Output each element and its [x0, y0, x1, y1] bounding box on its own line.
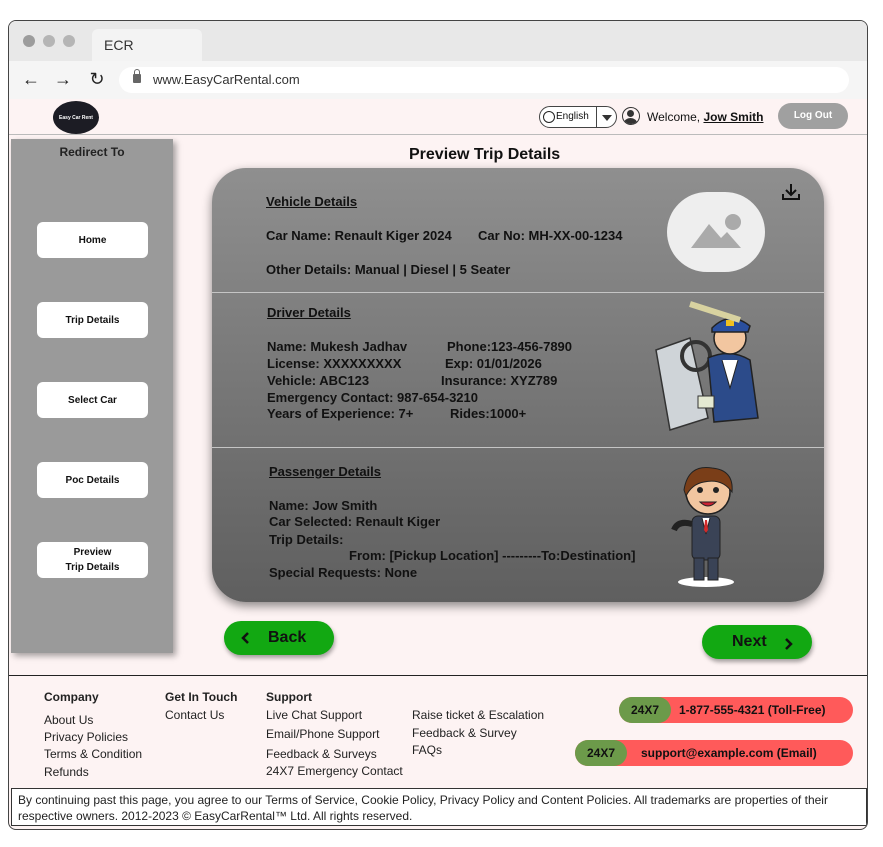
car-name: Car Name: Renault Kiger 2024 — [266, 228, 452, 243]
minimize-window-icon[interactable] — [43, 35, 55, 47]
url-text: www.EasyCarRental.com — [153, 72, 300, 87]
chevron-down-icon[interactable] — [602, 115, 612, 121]
user-name-link[interactable]: Jow Smith — [703, 110, 763, 124]
footer-link-raise-ticket[interactable]: Raise ticket & Escalation — [412, 708, 544, 722]
driver-name: Name: Mukesh Jadhav — [267, 339, 408, 354]
chevron-right-icon — [785, 638, 793, 650]
driver-vehicle: Vehicle: ABC123 — [267, 373, 370, 388]
sidebar: Redirect To Home Trip Details Select Car… — [11, 139, 173, 653]
passenger-trip-label: Trip Details: — [269, 532, 344, 547]
welcome-prefix: Welcome, — [647, 110, 701, 124]
language-select[interactable]: English — [539, 106, 617, 128]
footer-link-feedback-surveys[interactable]: Feedback & Surveys — [266, 747, 377, 761]
passenger-illustration — [671, 466, 734, 587]
phone-number: 1-877-555-4321 (Toll-Free) — [679, 703, 826, 717]
support-email: support@example.com (Email) — [641, 746, 817, 760]
driver-insurance: Insurance: XYZ789 — [441, 373, 558, 388]
driver-details-heading: Driver Details — [267, 305, 351, 320]
footer-link-contact-us[interactable]: Contact Us — [165, 708, 224, 722]
maximize-window-icon[interactable] — [63, 35, 75, 47]
address-bar: ← → ↻ www.EasyCarRental.com — [9, 61, 867, 99]
browser-titlebar: ECR — [9, 21, 867, 61]
site-header: Easy Car Rent English Welcome, Jow Smith… — [9, 99, 867, 135]
passenger-car-selected: Car Selected: Renault Kiger — [269, 514, 441, 529]
user-icon — [622, 107, 640, 125]
section-divider — [212, 292, 824, 293]
image-icon — [691, 214, 741, 248]
forward-arrow-icon[interactable]: → — [53, 69, 73, 89]
passenger-details-heading: Passenger Details — [269, 464, 382, 479]
footer-link-live-chat[interactable]: Live Chat Support — [266, 708, 362, 722]
footer-link-about-us[interactable]: About Us — [44, 713, 93, 727]
passenger-special-requests: Special Requests: None — [269, 565, 418, 580]
sidebar-item-home[interactable]: Home — [37, 222, 148, 258]
footer-link-refunds[interactable]: Refunds — [44, 765, 89, 779]
url-field[interactable]: www.EasyCarRental.com — [119, 67, 849, 93]
car-number: Car No: MH-XX-00-1234 — [478, 228, 623, 243]
back-arrow-icon[interactable]: ← — [21, 69, 41, 89]
reload-icon[interactable]: ↻ — [87, 69, 107, 89]
footer-link-feedback-survey[interactable]: Feedback & Survey — [412, 726, 517, 740]
language-value: English — [556, 111, 589, 122]
phone-support-badge[interactable]: 24X7 1-877-555-4321 (Toll-Free) — [619, 697, 853, 723]
footer-divider — [9, 675, 867, 676]
language-divider — [596, 107, 597, 127]
footer-link-email-phone[interactable]: Email/Phone Support — [266, 727, 379, 741]
chevron-left-icon — [241, 632, 249, 644]
page-title: Preview Trip Details — [409, 146, 561, 163]
footer-link-privacy[interactable]: Privacy Policies — [44, 730, 128, 744]
close-window-icon[interactable] — [23, 35, 35, 47]
globe-icon — [543, 111, 555, 123]
trip-preview-card: Vehicle Details Car Name: Renault Kiger … — [212, 168, 824, 602]
footer-company-heading: Company — [44, 690, 99, 704]
logout-button[interactable]: Log Out — [778, 103, 848, 129]
sidebar-item-poc-details[interactable]: Poc Details — [37, 462, 148, 498]
site-logo[interactable]: Easy Car Rent — [53, 101, 99, 134]
car-image-placeholder — [667, 192, 765, 272]
download-icon[interactable] — [780, 182, 802, 202]
back-button-label: Back — [268, 629, 307, 646]
footer-get-in-touch-heading: Get In Touch — [165, 690, 238, 704]
driver-license: License: XXXXXXXXX — [267, 356, 402, 371]
back-button[interactable]: Back — [224, 621, 334, 655]
sidebar-item-preview-trip-details[interactable]: Preview Trip Details — [37, 542, 148, 578]
email-24x7-tag: 24X7 — [575, 740, 627, 766]
footer-support-heading: Support — [266, 690, 312, 704]
sidebar-title: Redirect To — [59, 145, 125, 159]
driver-illustration — [655, 301, 759, 431]
legal-notice: By continuing past this page, you agree … — [11, 788, 867, 826]
email-support-badge[interactable]: 24X7 support@example.com (Email) — [575, 740, 853, 766]
next-button-label: Next — [732, 633, 767, 650]
sidebar-item-select-car[interactable]: Select Car — [37, 382, 148, 418]
browser-window: ECR ← → ↻ www.EasyCarRental.com Easy Car… — [8, 20, 868, 830]
driver-experience: Years of Experience: 7+ — [267, 406, 414, 421]
lock-icon — [133, 69, 141, 83]
driver-rides: Rides:1000+ — [450, 406, 527, 421]
driver-phone: Phone:123-456-7890 — [447, 339, 573, 354]
footer-link-faqs[interactable]: FAQs — [412, 743, 442, 757]
passenger-route: From: [Pickup Location] ---------To:Dest… — [349, 548, 636, 563]
vehicle-details-heading: Vehicle Details — [266, 194, 358, 209]
section-divider — [212, 447, 824, 448]
sidebar-item-trip-details[interactable]: Trip Details — [37, 302, 148, 338]
passenger-name: Name: Jow Smith — [269, 498, 378, 513]
vehicle-other-details: Other Details: Manual | Diesel | 5 Seate… — [266, 262, 511, 277]
footer-link-emergency[interactable]: 24X7 Emergency Contact — [266, 764, 403, 778]
welcome-text: Welcome, Jow Smith — [647, 110, 764, 124]
next-button[interactable]: Next — [702, 625, 812, 659]
driver-license-exp: Exp: 01/01/2026 — [445, 356, 542, 371]
browser-tab[interactable]: ECR — [92, 29, 202, 61]
phone-24x7-tag: 24X7 — [619, 697, 671, 723]
driver-emergency-contact: Emergency Contact: 987-654-3210 — [267, 390, 478, 405]
footer-link-terms[interactable]: Terms & Condition — [44, 747, 142, 761]
